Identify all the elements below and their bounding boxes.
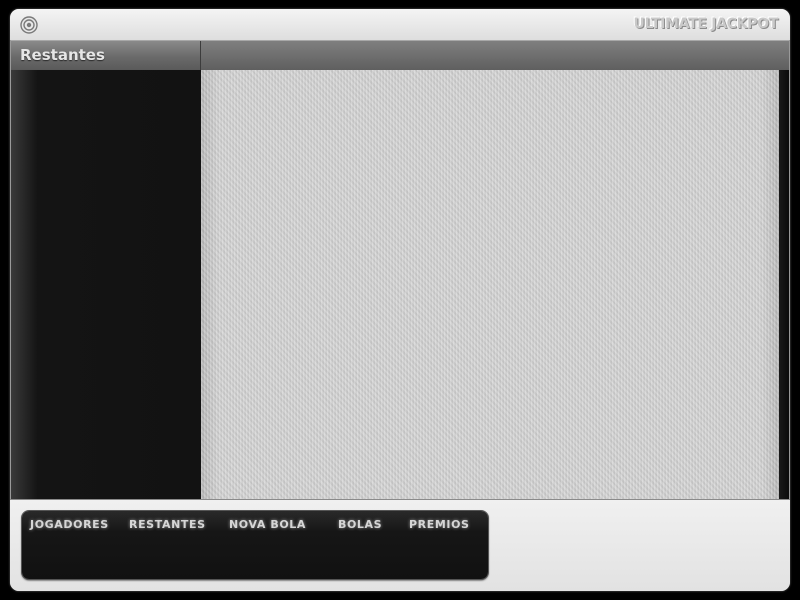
section-header: Restantes [11, 40, 789, 71]
section-header-right [201, 41, 789, 70]
content-panel [201, 70, 779, 499]
main-body [11, 70, 789, 499]
nav-button-premios[interactable]: PREMIOS [409, 518, 470, 534]
section-header-left: Restantes [11, 41, 201, 70]
title-bar: ULTIMATE JACKPOT [10, 9, 790, 40]
right-edge-strip [779, 70, 789, 499]
app-window: ULTIMATE JACKPOT Restantes JOGADORES RES… [10, 9, 790, 591]
bottom-area: JOGADORES RESTANTES NOVA BOLA BOLAS PREM… [10, 499, 790, 591]
nav-button-jogadores[interactable]: JOGADORES [30, 518, 109, 534]
nav-button-nova-bola[interactable]: NOVA BOLA [229, 518, 306, 534]
nav-button-restantes[interactable]: RESTANTES [129, 518, 206, 534]
nav-panel: JOGADORES RESTANTES NOVA BOLA BOLAS PREM… [22, 511, 488, 579]
app-title: ULTIMATE JACKPOT [633, 16, 779, 32]
nav-button-bolas[interactable]: BOLAS [338, 518, 382, 534]
section-title: Restantes [20, 46, 105, 64]
left-panel [11, 70, 201, 499]
target-ring-icon[interactable] [20, 16, 38, 34]
